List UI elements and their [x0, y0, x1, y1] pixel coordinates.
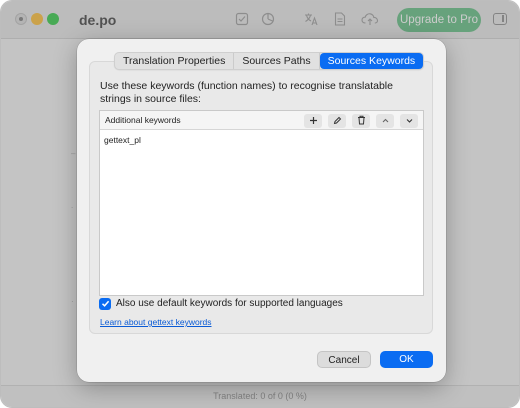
use-default-keywords-label[interactable]: Also use default keywords for supported …	[116, 298, 343, 309]
chevron-down-icon	[405, 112, 414, 130]
preferences-sheet: Translation Properties Sources Paths Sou…	[77, 39, 446, 382]
keyword-item[interactable]: gettext_pl	[104, 135, 141, 145]
cancel-button[interactable]: Cancel	[317, 351, 371, 368]
plus-icon	[309, 112, 318, 130]
tab-bar: Translation Properties Sources Paths Sou…	[114, 52, 425, 70]
use-default-keywords-checkbox[interactable]	[99, 295, 111, 313]
delete-keyword-button[interactable]	[352, 114, 370, 128]
tab-translation-properties[interactable]: Translation Properties	[115, 53, 235, 69]
move-down-button[interactable]	[400, 114, 418, 128]
learn-gettext-keywords-link[interactable]: Learn about gettext keywords	[100, 317, 212, 327]
ok-button[interactable]: OK	[380, 351, 433, 368]
tab-sources-paths[interactable]: Sources Paths	[234, 53, 320, 69]
chevron-up-icon	[381, 112, 390, 130]
tab-sources-keywords[interactable]: Sources Keywords	[319, 53, 424, 69]
add-keyword-button[interactable]	[304, 114, 322, 128]
app-window: de.po Upgrade to Pro – . · Translated: 0…	[0, 0, 520, 408]
keywords-list-header: Additional keywords	[100, 111, 423, 130]
edit-keyword-button[interactable]	[328, 114, 346, 128]
keywords-list: Additional keywords gettext_pl	[99, 110, 424, 296]
trash-icon	[357, 112, 366, 130]
use-default-keywords-row[interactable]: Also use default keywords for supported …	[99, 297, 343, 310]
pencil-icon	[333, 112, 342, 130]
move-up-button[interactable]	[376, 114, 394, 128]
checkmark-icon	[101, 295, 110, 313]
keywords-description: Use these keywords (function names) to r…	[100, 80, 393, 105]
keywords-header-label: Additional keywords	[105, 115, 181, 125]
